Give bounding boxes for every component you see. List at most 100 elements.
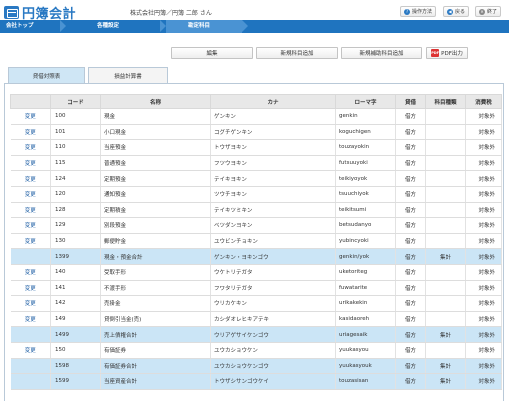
romaji-cell: futsuuyoki — [335, 155, 396, 172]
romaji-cell: uketoriteg — [335, 264, 396, 281]
edit-link[interactable]: 変更 — [10, 186, 51, 203]
code-cell: 128 — [50, 202, 101, 219]
side-cell: 借方 — [395, 280, 426, 297]
kana-cell: テイキヨキン — [210, 170, 336, 187]
name-cell: 現金・預金合計 — [100, 248, 211, 265]
breadcrumb-company-top[interactable]: 会社トップ — [6, 20, 34, 33]
edit-link[interactable]: 変更 — [10, 170, 51, 187]
col-header-tax: 消費税 — [465, 94, 502, 109]
breadcrumb-separator — [160, 20, 166, 32]
tax-cell: 対象外 — [465, 311, 502, 328]
table-row: 変更 140 受取手形 ウケトリテガタ uketoriteg 借方 対象外 — [10, 264, 502, 281]
kind-cell: 集計 — [425, 326, 466, 343]
edit-link[interactable]: 変更 — [10, 155, 51, 172]
code-cell: 100 — [50, 108, 101, 125]
tab-income-statement[interactable]: 損益計算書 — [88, 67, 168, 83]
romaji-cell: koguchigen — [335, 124, 396, 141]
side-cell: 借方 — [395, 295, 426, 312]
romaji-cell: teikitsumi — [335, 202, 396, 219]
table-row-total: 1599 当座資産合計 トウザシサンゴウケイ touzasisan 借方 集計 対象外 — [10, 373, 502, 390]
code-cell: 142 — [50, 295, 101, 312]
romaji-cell: teikiyoyok — [335, 170, 396, 187]
pdf-export-button[interactable]: PDF PDF出力 — [426, 47, 468, 59]
back-button[interactable]: ◀ 戻る — [443, 6, 470, 17]
tax-cell: 対象外 — [465, 139, 502, 156]
kana-cell: トウザヨキン — [210, 139, 336, 156]
col-header-name: 名称 — [100, 94, 211, 109]
tax-cell: 対象外 — [465, 280, 502, 297]
table-row: 変更 120 通知預金 ツウチヨキン tsuuchiyok 借方 対象外 — [10, 186, 502, 203]
edit-link[interactable]: 変更 — [10, 124, 51, 141]
side-cell: 借方 — [395, 342, 426, 359]
breadcrumb-accounts: 勘定科目 — [188, 23, 211, 29]
kind-cell: 集計 — [425, 373, 466, 390]
edit-link[interactable]: 変更 — [10, 233, 51, 250]
accounts-table: コード 名称 カナ ローマ字 貸借 科目種類 消費税 変更 100 現金 ゲンキン ge… — [10, 94, 502, 390]
add-sub-account-button[interactable]: 新規補助科目追加 — [341, 47, 422, 59]
romaji-cell: yuukasyouk — [335, 358, 396, 375]
company-user-label: 株式会社円簿／円簿 二郎 さん — [130, 10, 212, 17]
kind-cell — [425, 186, 466, 203]
kana-cell: テイキツミキン — [210, 202, 336, 219]
name-cell: 売上債権合計 — [100, 326, 211, 343]
edit-link[interactable]: 変更 — [10, 311, 51, 328]
kana-cell: ゲンキン — [210, 108, 336, 125]
romaji-cell: betsudanyo — [335, 217, 396, 234]
close-icon: ✕ — [479, 8, 485, 15]
back-button-label: 戻る — [455, 9, 466, 15]
tab-balance-sheet[interactable]: 貸借対照表 — [8, 67, 85, 83]
name-cell: 郵便貯金 — [100, 233, 211, 250]
table-row: 変更 149 貸倒引当金(売) カシダオレヒキアテキ kasidaoreh 借方 対象外 — [10, 311, 502, 328]
edit-link[interactable]: 変更 — [10, 202, 51, 219]
edit-button[interactable]: 編集 — [171, 47, 253, 59]
kind-cell — [425, 280, 466, 297]
exit-button[interactable]: ✕ 終了 — [475, 6, 502, 17]
code-cell: 110 — [50, 139, 101, 156]
edit-link[interactable]: 変更 — [10, 280, 51, 297]
kana-cell: ユウカショウケンゴウ — [210, 358, 336, 375]
side-cell: 借方 — [395, 217, 426, 234]
edit-link — [10, 373, 51, 390]
exit-button-label: 終了 — [487, 9, 498, 15]
kana-cell: ユウカショウケン — [210, 342, 336, 359]
kind-cell — [425, 217, 466, 234]
pdf-icon: PDF — [431, 49, 440, 57]
kana-cell: コグチゲンキン — [210, 124, 336, 141]
code-cell: 141 — [50, 280, 101, 297]
side-cell: 借方 — [395, 248, 426, 265]
kind-cell — [425, 295, 466, 312]
help-button[interactable]: ? 操作方法 — [400, 6, 437, 17]
col-header-code: コード — [50, 94, 101, 109]
add-account-button[interactable]: 新規科目追加 — [256, 47, 338, 59]
name-cell: 通知預金 — [100, 186, 211, 203]
tax-cell: 対象外 — [465, 248, 502, 265]
table-row: 変更 142 売掛金 ウリカケキン urikakekin 借方 対象外 — [10, 295, 502, 312]
kind-cell: 集計 — [425, 358, 466, 375]
edit-link[interactable]: 変更 — [10, 217, 51, 234]
breadcrumb-settings[interactable]: 各種設定 — [97, 20, 119, 33]
edit-link[interactable]: 変更 — [10, 139, 51, 156]
side-cell: 借方 — [395, 155, 426, 172]
name-cell: 有価証券合計 — [100, 358, 211, 375]
table-row: 変更 124 定期預金 テイキヨキン teikiyoyok 借方 対象外 — [10, 170, 502, 187]
romaji-cell: genkin/yok — [335, 248, 396, 265]
name-cell: 売掛金 — [100, 295, 211, 312]
romaji-cell: yubincyoki — [335, 233, 396, 250]
side-cell: 借方 — [395, 373, 426, 390]
kana-cell: フツウヨキン — [210, 155, 336, 172]
kana-cell: ウケトリテガタ — [210, 264, 336, 281]
tax-cell: 対象外 — [465, 373, 502, 390]
edit-link[interactable]: 変更 — [10, 108, 51, 125]
edit-link[interactable]: 変更 — [10, 264, 51, 281]
col-header-romaji: ローマ字 — [335, 94, 396, 109]
edit-link[interactable]: 変更 — [10, 342, 51, 359]
edit-link[interactable]: 変更 — [10, 295, 51, 312]
name-cell: 現金 — [100, 108, 211, 125]
romaji-cell: genkin — [335, 108, 396, 125]
kana-cell: フワタリテガタ — [210, 280, 336, 297]
romaji-cell: urikakekin — [335, 295, 396, 312]
pdf-export-label: PDF出力 — [441, 51, 463, 57]
name-cell: 別段預金 — [100, 217, 211, 234]
romaji-cell: uriagesaik — [335, 326, 396, 343]
kind-cell — [425, 311, 466, 328]
